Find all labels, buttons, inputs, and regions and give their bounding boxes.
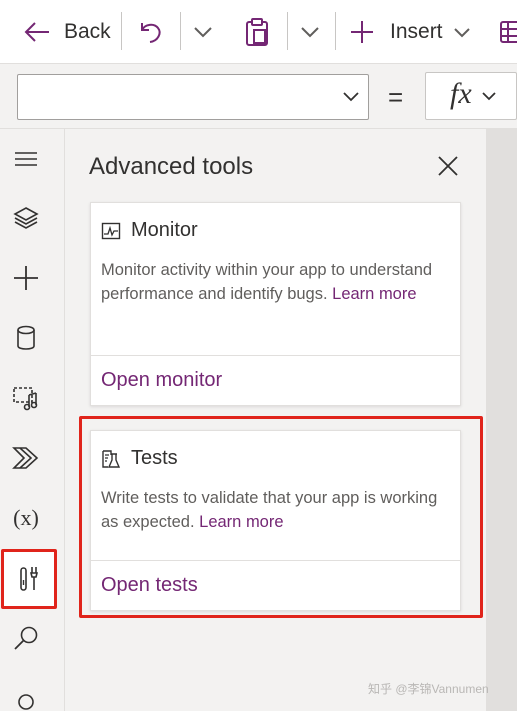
table-icon — [500, 21, 517, 43]
canvas-area — [486, 129, 517, 711]
back-arrow-icon — [24, 22, 49, 42]
monitor-card: Monitor Monitor activity within your app… — [90, 202, 461, 406]
insert-rail-button[interactable] — [0, 252, 52, 304]
table-button[interactable] — [499, 0, 517, 64]
insert-label: Insert — [390, 20, 443, 43]
paste-button[interactable] — [244, 0, 270, 64]
tests-highlight-box — [79, 416, 483, 618]
hamburger-icon — [15, 152, 37, 166]
plus-icon — [351, 21, 373, 43]
insert-button[interactable]: Insert — [350, 0, 471, 64]
chevron-down-icon — [453, 27, 470, 37]
property-dropdown[interactable] — [17, 74, 369, 120]
more-button[interactable] — [0, 689, 52, 711]
toolbar-divider — [335, 12, 336, 50]
advanced-tools-button[interactable] — [1, 549, 57, 609]
power-automate-button[interactable] — [0, 432, 52, 484]
media-button[interactable] — [0, 372, 52, 424]
search-button[interactable] — [0, 612, 52, 664]
undo-icon — [141, 23, 161, 43]
paste-dropdown-button[interactable] — [300, 0, 320, 64]
variables-icon: (x) — [13, 505, 39, 530]
watermark: 知乎 @李锦Vannumen — [368, 682, 489, 696]
learn-more-link[interactable]: Learn more — [332, 285, 416, 303]
left-rail: (x) — [0, 129, 65, 711]
tools-icon — [20, 567, 39, 591]
toolbar-divider — [287, 12, 288, 50]
formula-bar: = fx — [0, 64, 517, 129]
equals-sign: = — [388, 82, 404, 112]
divider — [91, 355, 460, 356]
card-description: Monitor activity within your app to unde… — [101, 258, 448, 306]
database-icon — [17, 325, 35, 350]
layers-button[interactable] — [0, 192, 52, 244]
monitor-icon — [101, 222, 121, 239]
card-header: Monitor — [101, 219, 198, 242]
more-icon — [18, 694, 34, 710]
back-button[interactable]: Back — [24, 0, 111, 64]
variables-button[interactable]: (x) — [0, 492, 52, 544]
clipboard-icon — [246, 18, 268, 46]
undo-button[interactable] — [138, 0, 164, 64]
chevron-down-icon — [482, 92, 496, 101]
toolbar-divider — [121, 12, 122, 50]
chevron-down-icon — [194, 27, 212, 38]
power-automate-icon — [12, 447, 39, 469]
chevron-down-icon — [343, 92, 359, 102]
open-monitor-link[interactable]: Open monitor — [101, 369, 222, 392]
fx-button[interactable]: fx — [425, 72, 517, 120]
media-icon — [13, 387, 38, 411]
back-label: Back — [64, 20, 111, 43]
data-button[interactable] — [0, 312, 52, 364]
search-icon — [14, 626, 38, 650]
card-title: Monitor — [131, 219, 198, 241]
layers-icon — [13, 207, 39, 229]
chevron-down-icon — [301, 27, 319, 38]
close-icon — [438, 156, 458, 176]
command-bar: Back Insert — [0, 0, 517, 64]
close-button[interactable] — [435, 153, 461, 179]
undo-dropdown-button[interactable] — [193, 0, 213, 64]
toolbar-divider — [180, 12, 181, 50]
plus-icon — [14, 266, 38, 290]
fx-label: fx — [450, 77, 472, 110]
panel-title: Advanced tools — [89, 153, 254, 180]
tree-view-button[interactable] — [0, 133, 52, 185]
